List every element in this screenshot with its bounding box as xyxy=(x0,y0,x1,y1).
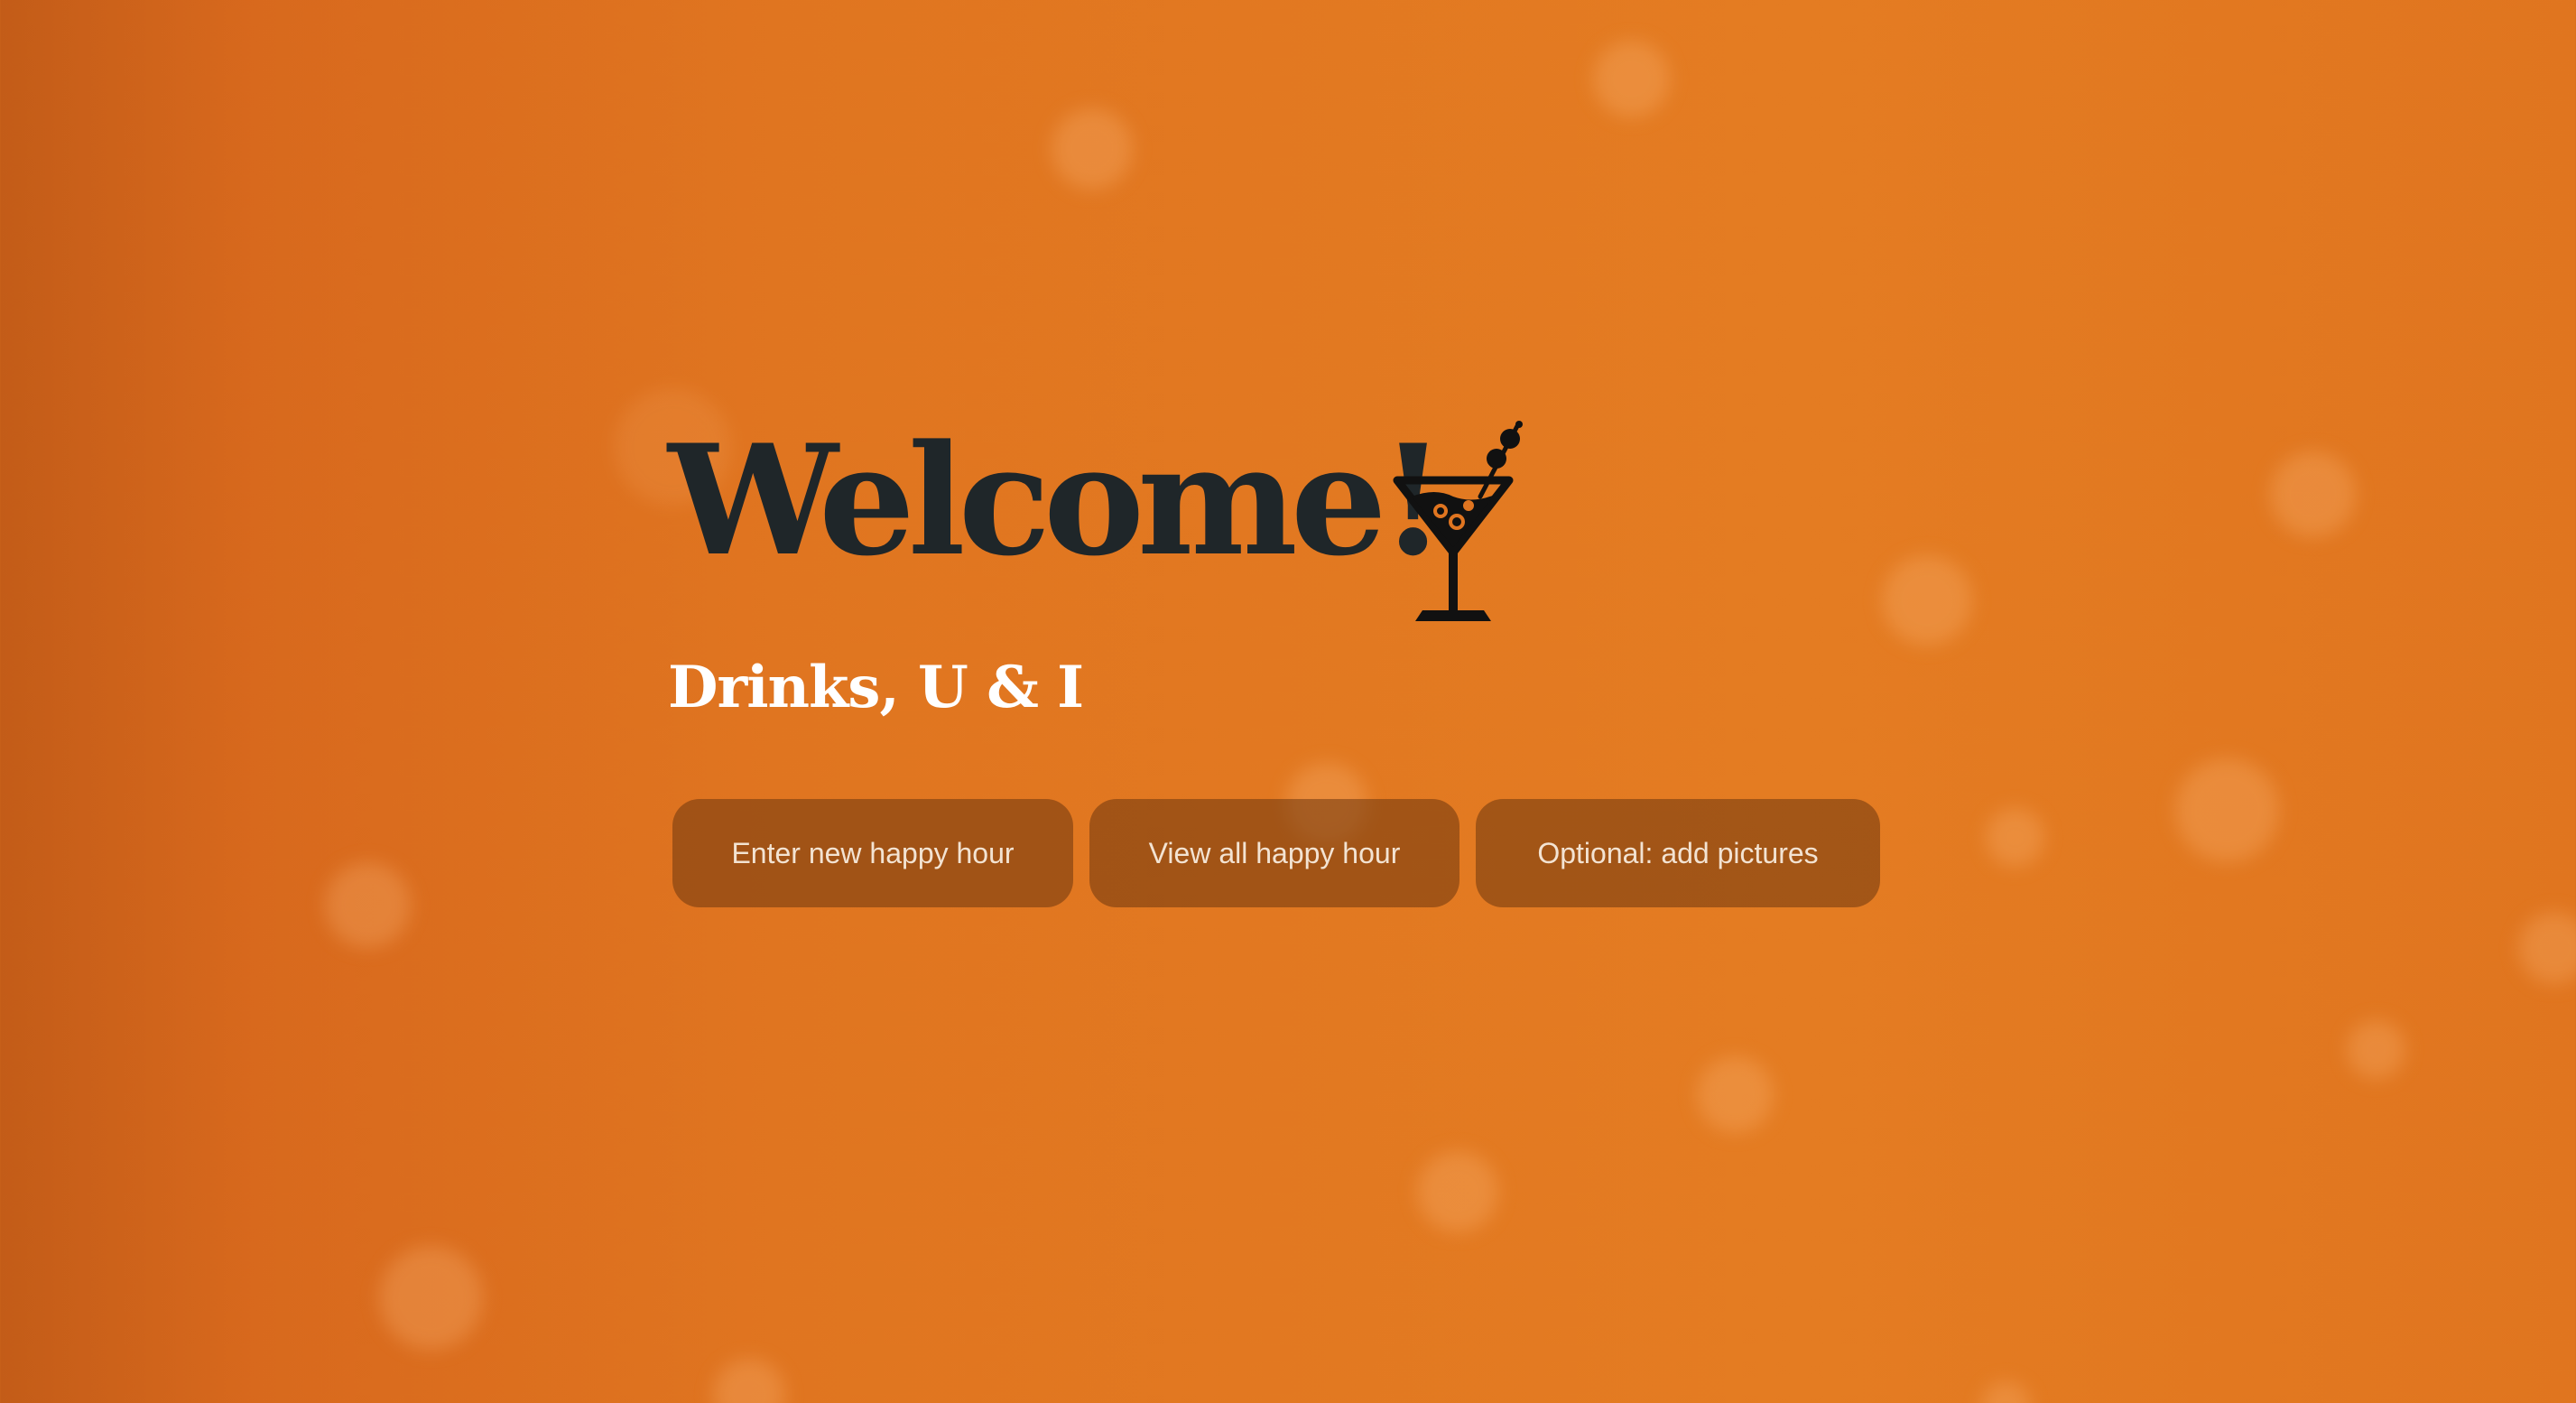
martini-glass-icon xyxy=(1393,421,1523,621)
action-buttons: Enter new happy hour View all happy hour… xyxy=(672,799,1880,907)
page-subtitle: Drinks, U & I xyxy=(668,654,1084,721)
bokeh-circle xyxy=(713,1359,785,1403)
bokeh-circle xyxy=(1697,1056,1774,1133)
bokeh-circle xyxy=(2518,912,2576,984)
bokeh-circle xyxy=(2270,451,2356,537)
title-row: Welcome! xyxy=(668,379,1932,641)
bokeh-circle xyxy=(325,862,411,948)
enter-new-happy-hour-button[interactable]: Enter new happy hour xyxy=(672,799,1073,907)
bokeh-circle xyxy=(1052,108,1133,190)
bokeh-circle xyxy=(1981,1381,2031,1403)
bokeh-circle xyxy=(1593,41,1670,117)
bokeh-circle xyxy=(2175,758,2279,862)
add-pictures-button[interactable]: Optional: add pictures xyxy=(1476,799,1880,907)
view-all-happy-hour-button[interactable]: View all happy hour xyxy=(1089,799,1459,907)
bokeh-circle xyxy=(379,1246,483,1350)
page-title: Welcome! xyxy=(668,411,1446,590)
bokeh-circle xyxy=(1417,1151,1498,1232)
bokeh-circle xyxy=(2347,1020,2405,1079)
bokeh-circle xyxy=(1986,808,2044,867)
hero-section: Welcome! Drinks, U & I Enter new happy h… xyxy=(668,379,1932,907)
